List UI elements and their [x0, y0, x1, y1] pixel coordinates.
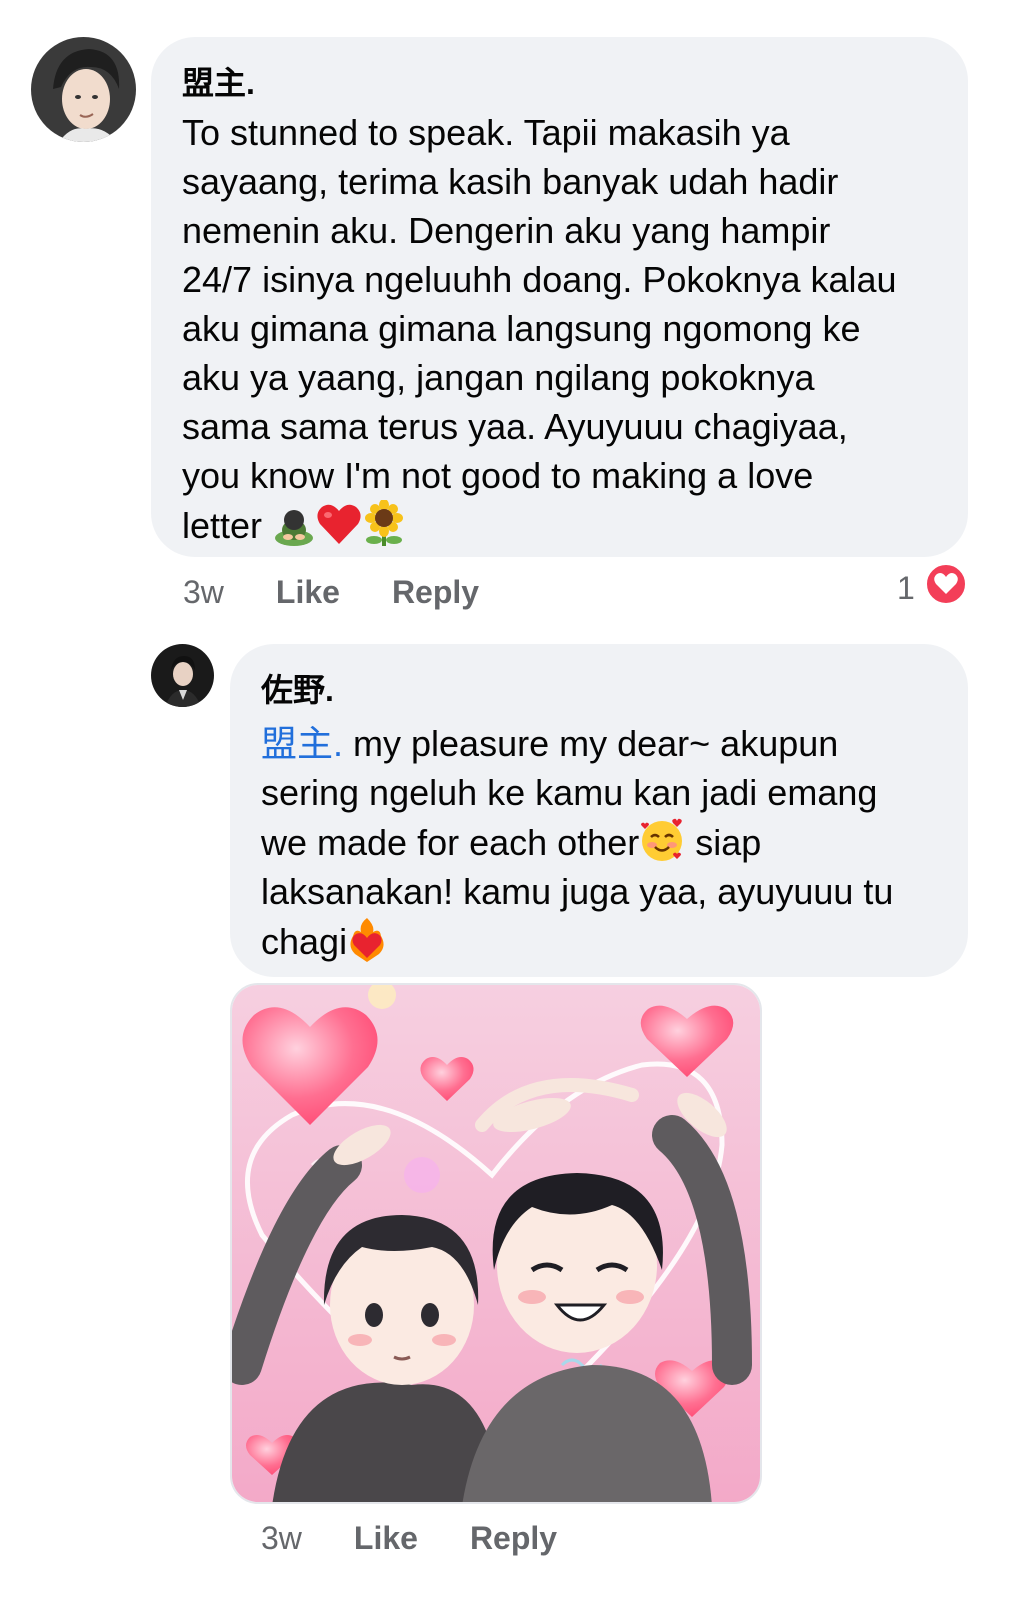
- avatar[interactable]: [31, 37, 136, 142]
- reply-line-text: chagi: [261, 921, 348, 962]
- comment-actions: 3w Like Reply: [183, 572, 531, 612]
- like-button[interactable]: Like: [354, 1520, 418, 1557]
- love-reaction-icon: [924, 563, 967, 613]
- reply-line: laksanakan! kamu juga yaa, ayuyuuu tu: [261, 871, 894, 912]
- reply-line: sering ngeluh ke kamu kan jadi emang: [261, 772, 878, 813]
- mention-link[interactable]: 盟主.: [261, 723, 343, 764]
- smiling-face-with-hearts-emoji: [639, 817, 685, 863]
- comment-thread: 盟主. To stunned to speak. Tapii makasih y…: [0, 0, 1019, 1599]
- reply-image[interactable]: [230, 983, 762, 1504]
- comment-line: 24/7 isinya ngeluuhh doang. Pokoknya kal…: [182, 259, 897, 300]
- reaction-count: 1: [897, 569, 915, 606]
- comment-line-last: letter: [182, 500, 938, 550]
- reaction-summary[interactable]: 1: [897, 563, 967, 613]
- reply-line-text: my pleasure my dear~ akupun: [343, 723, 839, 764]
- reply-line: 盟主. my pleasure my dear~ akupun: [261, 719, 948, 768]
- sunflower-emoji: [362, 500, 406, 546]
- reply-time[interactable]: 3w: [261, 1520, 302, 1557]
- person-bowing-emoji: [272, 506, 316, 546]
- reply-button[interactable]: Reply: [392, 574, 479, 611]
- comment-line: you know I'm not good to making a love: [182, 455, 814, 496]
- comment-line-text: letter: [182, 505, 263, 546]
- reply-text: 盟主. my pleasure my dear~ akupun sering n…: [261, 719, 948, 966]
- like-button[interactable]: Like: [276, 574, 340, 611]
- reply-line-text: siap: [685, 822, 762, 863]
- reply-line: we made for each other siap: [261, 817, 948, 867]
- comment-line: aku gimana gimana langsung ngomong ke: [182, 308, 861, 349]
- red-heart-emoji: [316, 502, 362, 546]
- comment-bubble: 盟主. To stunned to speak. Tapii makasih y…: [151, 37, 968, 557]
- reply-button[interactable]: Reply: [470, 1520, 557, 1557]
- reply-author[interactable]: 佐野.: [261, 670, 948, 710]
- avatar[interactable]: [151, 644, 214, 707]
- comment-text: To stunned to speak. Tapii makasih ya sa…: [182, 108, 938, 550]
- reply-line-last: chagi: [261, 916, 948, 966]
- comment-time[interactable]: 3w: [183, 574, 224, 611]
- reply-line-text: we made for each other: [261, 822, 640, 863]
- comment-line: sayaang, terima kasih banyak udah hadir: [182, 161, 839, 202]
- comment-line: aku ya yaang, jangan ngilang pokoknya: [182, 357, 815, 398]
- comment-line: To stunned to speak. Tapii makasih ya: [182, 112, 790, 153]
- comment-author[interactable]: 盟主.: [182, 63, 938, 103]
- heart-on-fire-emoji: [347, 916, 387, 962]
- comment-line: sama sama terus yaa. Ayuyuuu chagiyaa,: [182, 406, 848, 447]
- reply-bubble: 佐野. 盟主. my pleasure my dear~ akupun seri…: [230, 644, 968, 977]
- reply-actions: 3w Like Reply: [261, 1518, 609, 1558]
- comment-line: nemenin aku. Dengerin aku yang hampir: [182, 210, 831, 251]
